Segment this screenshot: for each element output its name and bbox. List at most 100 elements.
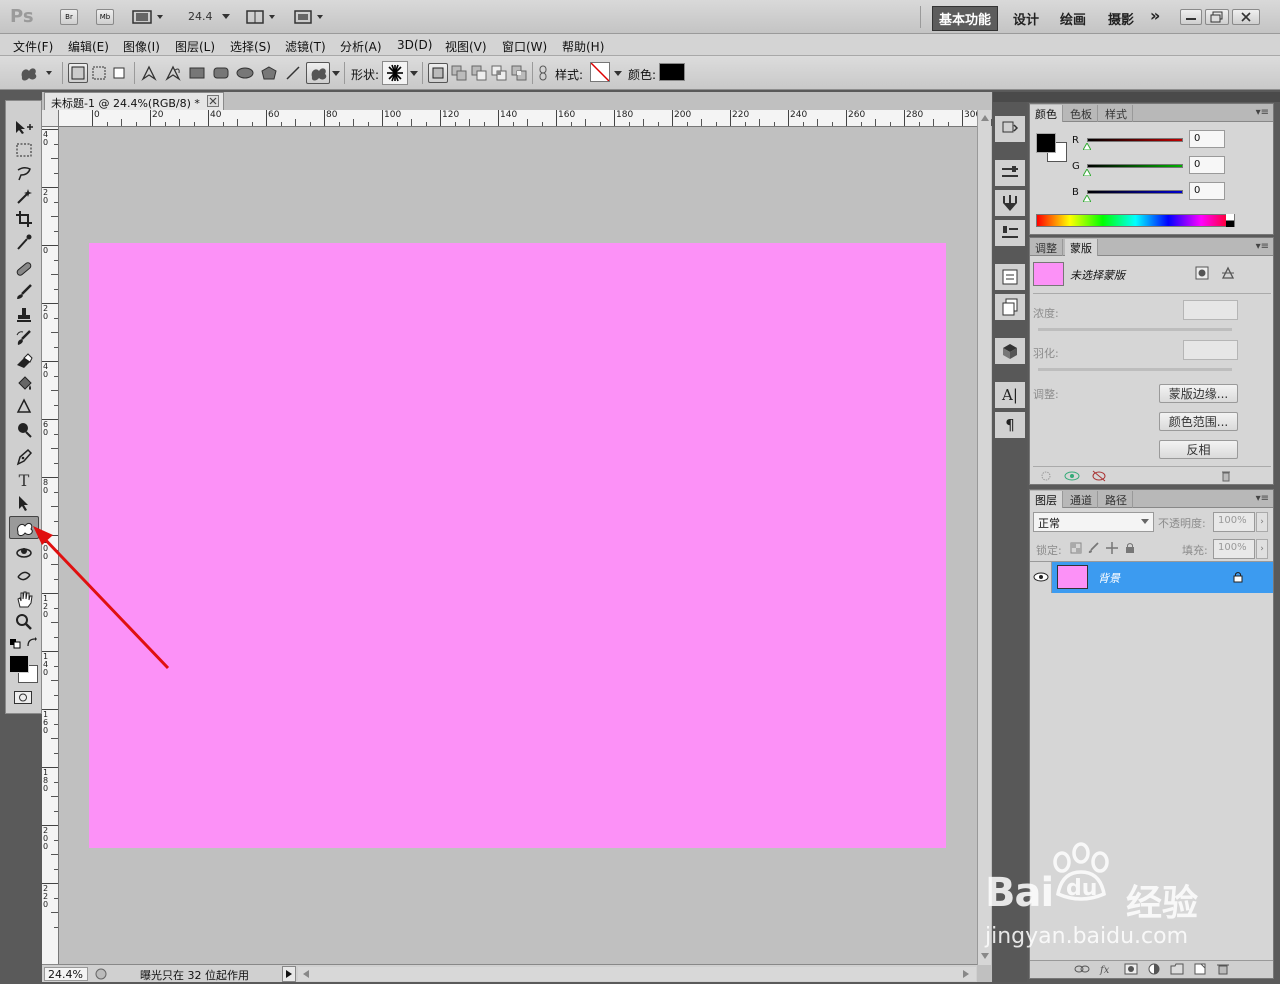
density-field[interactable] [1183,300,1238,320]
new-shape-layer-mode[interactable] [428,63,448,83]
dock-collapse-bar[interactable] [993,92,1027,102]
marquee-tool[interactable] [10,140,38,160]
adjustment-layer-icon[interactable] [1147,963,1161,975]
channel-g-value[interactable]: 0 [1189,156,1225,174]
tab-masks[interactable]: 蒙版 [1065,239,1098,256]
minibridge-button[interactable]: Mb [96,9,114,25]
close-button[interactable] [1232,9,1260,25]
paragraph-panel-button[interactable]: ¶ [995,412,1025,438]
brush-tool[interactable] [10,282,38,302]
channel-b-value[interactable]: 0 [1189,182,1225,200]
quick-selection-tool[interactable] [10,186,38,206]
crop-tool[interactable] [10,209,38,229]
history-panel-button[interactable] [995,116,1025,142]
workspace-essentials[interactable]: 基本功能 [932,6,999,31]
horizontal-ruler[interactable]: 0 20 40 60 80 100 120 140 160 180 200 220 240 260 280 3… [59,110,1007,127]
add-shape-mode[interactable] [450,64,468,82]
rounded-rectangle-option[interactable] [212,64,230,82]
menu-image[interactable]: 图像(I) [123,38,160,55]
channel-r-slider[interactable] [1087,138,1183,142]
lasso-tool[interactable] [10,163,38,183]
clone-stamp-tool[interactable] [10,305,38,325]
fill-slider-toggle[interactable]: › [1256,539,1268,559]
lock-pixels-icon[interactable] [1088,542,1100,554]
feather-slider[interactable] [1038,368,1232,371]
horizontal-scrollbar[interactable] [298,967,976,981]
dodge-tool[interactable] [10,420,38,440]
quick-mask-button[interactable] [14,691,32,704]
line-option[interactable] [284,64,302,82]
default-colors-button[interactable] [10,638,22,649]
shape-layers-button[interactable] [68,63,88,83]
history-brush-tool[interactable] [10,328,38,348]
status-menu-button[interactable] [282,966,296,982]
new-group-icon[interactable] [1170,963,1184,975]
blend-mode-select[interactable]: 正常 [1033,512,1154,532]
lock-all-icon[interactable] [1124,542,1136,554]
zoom-dropdown[interactable]: 24.4 [188,10,231,23]
healing-brush-tool[interactable] [10,259,38,279]
bridge-button[interactable]: Br [60,9,78,25]
mask-edge-button[interactable]: 蒙版边缘... [1159,384,1238,403]
menu-view[interactable]: 视图(V) [445,38,487,55]
3d-panel-button[interactable] [995,338,1025,364]
color-spectrum-bar[interactable] [1036,214,1235,227]
workspace-painting[interactable]: 绘画 [1060,9,1086,28]
layer-visibility-toggle[interactable] [1030,562,1052,593]
menu-window[interactable]: 窗口(W) [502,38,547,55]
panel-menu-icon[interactable]: ▾≡ [1256,493,1269,504]
black-white-ramp[interactable] [1226,214,1234,227]
canvas[interactable] [89,243,946,848]
brush-presets-button[interactable] [995,190,1025,216]
vertical-scrollbar[interactable] [977,110,991,965]
shape-color-swatch[interactable] [659,63,685,81]
ellipse-option[interactable] [236,64,254,82]
close-document-button[interactable] [207,95,219,107]
workspace-design[interactable]: 设计 [1013,9,1039,28]
menu-edit[interactable]: 编辑(E) [68,38,109,55]
color-range-button[interactable]: 颜色范围... [1159,412,1238,431]
panel-menu-icon[interactable]: ▾≡ [1256,241,1269,252]
density-slider[interactable] [1038,328,1232,331]
style-picker[interactable] [590,62,610,82]
pen-tool[interactable] [10,447,38,467]
opacity-slider-toggle[interactable]: › [1256,512,1268,532]
menu-layer[interactable]: 图层(L) [175,38,215,55]
tab-channels[interactable]: 通道 [1065,491,1098,508]
intersect-shape-mode[interactable] [490,64,508,82]
more-workspaces-button[interactable]: » [1150,6,1160,25]
tab-color[interactable]: 颜色 [1030,105,1063,122]
move-tool[interactable] [10,117,38,137]
freeform-pen-option[interactable] [164,64,182,82]
feather-field[interactable] [1183,340,1238,360]
load-selection-button[interactable] [1040,470,1052,482]
delete-mask-button[interactable] [1220,470,1232,482]
tool-preset-picker[interactable] [18,63,56,83]
eraser-tool[interactable] [10,351,38,371]
character-panel-button[interactable]: A| [995,382,1025,408]
dock-header[interactable] [1027,92,1280,102]
panel-foreground-swatch[interactable] [1036,133,1056,153]
type-tool[interactable]: T [10,470,38,490]
link-style-toggle[interactable] [536,64,550,82]
view-extras-menu[interactable] [132,9,166,25]
channel-g-slider[interactable] [1087,164,1183,168]
tab-adjustments[interactable]: 调整 [1030,239,1063,256]
restore-button[interactable] [1205,9,1229,25]
layer-name[interactable]: 背景 [1098,570,1120,586]
info-panel-button[interactable] [995,264,1025,290]
panel-menu-icon[interactable]: ▾≡ [1256,107,1269,118]
paint-bucket-tool[interactable] [10,374,38,394]
polygon-option[interactable] [260,64,278,82]
layer-comps-button[interactable] [995,294,1025,320]
screen-mode-menu[interactable] [294,9,326,25]
subtract-shape-mode[interactable] [470,64,488,82]
clone-source-button[interactable] [995,220,1025,246]
document-tab[interactable]: 未标题-1 @ 24.4%(RGB/8) * [44,92,224,110]
arrange-documents-menu[interactable] [246,9,278,25]
menu-analysis[interactable]: 分析(A) [340,38,382,55]
invert-button[interactable]: 反相 [1159,440,1238,459]
fill-field[interactable]: 100% [1213,539,1255,559]
add-pixel-mask-button[interactable] [1194,265,1210,281]
minimize-button[interactable] [1180,9,1202,25]
